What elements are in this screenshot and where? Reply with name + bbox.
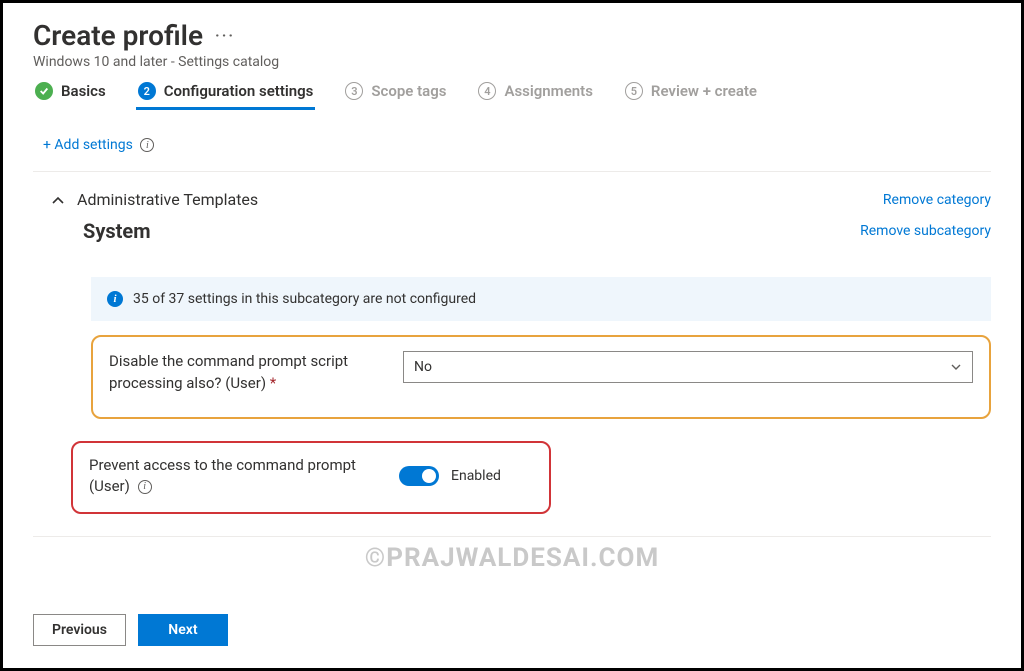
setting-label-text: Prevent access to the command prompt (Us… xyxy=(89,456,356,496)
step-scope-tags[interactable]: 3 Scope tags xyxy=(343,76,448,110)
next-button[interactable]: Next xyxy=(138,614,228,646)
subcategory-name: System xyxy=(83,219,151,243)
step-basics[interactable]: Basics xyxy=(33,76,108,110)
step-configuration-settings[interactable]: 2 Configuration settings xyxy=(136,76,316,110)
category-name: Administrative Templates xyxy=(77,190,258,209)
step-number-icon: 3 xyxy=(345,82,363,100)
divider xyxy=(33,536,991,537)
watermark: ©PRAJWALDESAI.COM xyxy=(365,543,659,573)
toggle-state-label: Enabled xyxy=(451,468,501,484)
step-label: Assignments xyxy=(504,82,592,100)
step-review-create[interactable]: 5 Review + create xyxy=(623,76,759,110)
required-asterisk: * xyxy=(270,374,276,392)
info-banner: i 35 of 37 settings in this subcategory … xyxy=(91,277,991,321)
step-number-icon: 2 xyxy=(138,82,156,100)
more-icon[interactable]: ··· xyxy=(215,28,235,44)
previous-button[interactable]: Previous xyxy=(33,614,126,646)
check-icon xyxy=(35,82,53,100)
remove-category-link[interactable]: Remove category xyxy=(883,192,991,208)
step-label: Configuration settings xyxy=(164,82,314,100)
step-label: Basics xyxy=(61,82,106,100)
page-title: Create profile ··· xyxy=(33,19,991,52)
info-icon[interactable]: i xyxy=(138,480,152,494)
info-icon: i xyxy=(107,291,123,307)
dropdown-selected: No xyxy=(414,359,432,375)
page-subtitle: Windows 10 and later - Settings catalog xyxy=(33,54,991,70)
step-label: Scope tags xyxy=(371,82,446,100)
setting-value-dropdown[interactable]: No xyxy=(403,351,973,383)
wizard-footer: Previous Next xyxy=(33,614,228,646)
chevron-up-icon[interactable] xyxy=(51,193,65,207)
info-icon[interactable]: i xyxy=(140,138,154,152)
setting-label: Prevent access to the command prompt (Us… xyxy=(89,455,379,499)
page-title-text: Create profile xyxy=(33,19,203,52)
add-settings-link[interactable]: + Add settings xyxy=(43,137,133,153)
setting-prevent-access-cmd: Prevent access to the command prompt (Us… xyxy=(71,441,551,515)
wizard-steps: Basics 2 Configuration settings 3 Scope … xyxy=(33,76,991,111)
step-assignments[interactable]: 4 Assignments xyxy=(476,76,594,110)
step-number-icon: 4 xyxy=(478,82,496,100)
remove-subcategory-link[interactable]: Remove subcategory xyxy=(860,223,991,239)
step-label: Review + create xyxy=(651,82,757,100)
setting-label: Disable the command prompt script proces… xyxy=(109,351,389,395)
chevron-down-icon xyxy=(950,361,962,373)
setting-label-text: Disable the command prompt script proces… xyxy=(109,352,348,392)
enabled-toggle[interactable] xyxy=(399,466,439,486)
step-number-icon: 5 xyxy=(625,82,643,100)
setting-disable-cmd-script-processing: Disable the command prompt script proces… xyxy=(91,335,991,419)
info-banner-text: 35 of 37 settings in this subcategory ar… xyxy=(133,291,476,307)
